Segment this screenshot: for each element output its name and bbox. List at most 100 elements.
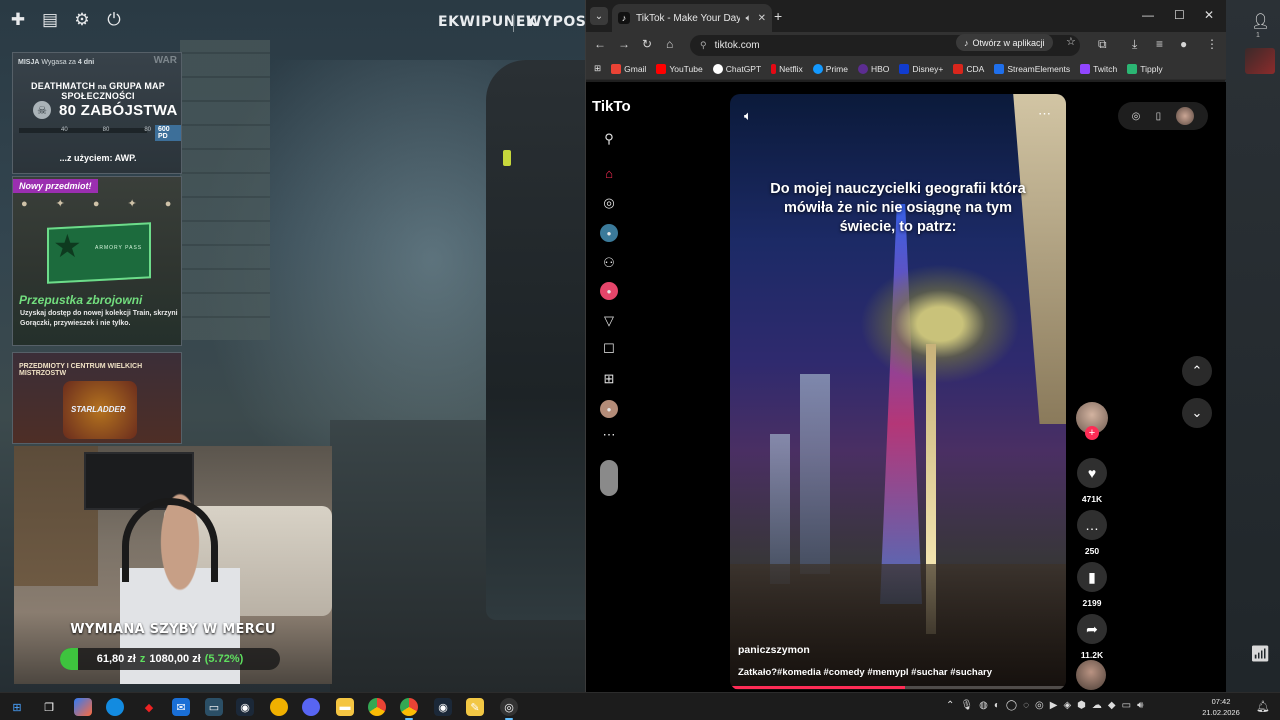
file-explorer-icon[interactable]: ▬ (336, 698, 354, 716)
chrome-active-icon[interactable] (400, 698, 418, 720)
tab-tiktok[interactable]: ♪ TikTok - Make Your Day 🔈︎ ✕ (612, 4, 772, 32)
home-icon[interactable]: ⌂ (600, 164, 618, 182)
compass-icon[interactable]: ◎ (1132, 111, 1141, 122)
site-info-icon[interactable]: ⚲ (700, 40, 707, 51)
menu-icon[interactable]: ⋮ (1206, 37, 1218, 51)
bookmark-tipply[interactable]: Tipply (1127, 63, 1163, 74)
bookmark-gmail[interactable]: Gmail (611, 63, 646, 74)
bookmark-prime[interactable]: Prime (812, 63, 848, 74)
power-icon[interactable]: ⏻ (104, 10, 124, 30)
bookmark-twitch[interactable]: Twitch (1080, 63, 1117, 74)
video-progress-bar[interactable] (730, 686, 1066, 689)
tray-app-icon[interactable]: ◆ (1108, 700, 1116, 711)
notification-bell-icon[interactable]: 🔔︎ (1256, 700, 1270, 713)
bookmark-netflix[interactable]: Netflix (771, 63, 803, 74)
more-options-icon[interactable]: ⋯ (1038, 106, 1052, 122)
minimize-button[interactable]: — (1142, 8, 1154, 22)
copilot-icon[interactable] (74, 698, 92, 716)
steam-icon[interactable]: ◉ (236, 698, 254, 716)
search-icon[interactable]: ⚲ (600, 130, 618, 148)
task-view-icon[interactable]: ❐ (40, 698, 58, 716)
window-close-button[interactable]: ✕ (1204, 8, 1214, 22)
volume-icon[interactable]: 🔊︎ (1137, 700, 1143, 711)
profile-avatar[interactable]: ● (1180, 37, 1187, 51)
forward-icon[interactable]: → (618, 37, 630, 51)
microphone-icon[interactable]: 🎙︎ (960, 700, 973, 711)
messages-icon[interactable]: ☐ (600, 340, 618, 358)
system-clock[interactable]: 07:42 21.02.2026 (1198, 696, 1244, 718)
media-icon[interactable]: ≡ (1156, 37, 1163, 51)
bookmark-streamelements[interactable]: StreamElements (994, 63, 1070, 74)
user-avatar[interactable] (1176, 107, 1195, 125)
more-icon[interactable]: ⋯ (600, 426, 618, 444)
tray-app-icon[interactable]: ☁ (1092, 700, 1102, 711)
bookmark-hbo[interactable]: HBO (858, 63, 889, 74)
chrome-icon[interactable] (368, 698, 386, 716)
following-icon[interactable]: ⚇ (600, 254, 618, 272)
friends-avatar-icon[interactable]: ● (600, 282, 618, 300)
bookmark-cda[interactable]: CDA (953, 63, 984, 74)
tray-app-icon[interactable]: ◯ (1006, 700, 1017, 711)
tiktok-logo[interactable]: TikTo (592, 98, 631, 115)
broadcast-icon[interactable]: 📶︎ (1250, 644, 1270, 664)
windows-start-icon[interactable]: ⊞ (8, 698, 26, 716)
home-icon[interactable]: ⌂ (666, 37, 673, 51)
new-tab-button[interactable]: + (774, 8, 782, 24)
share-button[interactable]: ➦ 11.2K (1076, 614, 1108, 660)
thumbnail-image[interactable] (1245, 48, 1275, 74)
app-red-icon[interactable]: ◆ (140, 698, 158, 716)
cs2-icon[interactable]: ◎ (500, 698, 518, 720)
speaker-icon[interactable]: 🔈︎ (746, 13, 752, 24)
tray-app-icon[interactable]: ◌ (1023, 700, 1029, 711)
chevron-up-icon[interactable]: ⌃ (946, 700, 954, 711)
profile-icon[interactable]: ● (600, 400, 618, 418)
mail-icon[interactable]: ✉ (172, 698, 190, 716)
close-icon[interactable]: ✕ (758, 13, 766, 24)
send-icon[interactable]: ▽ (600, 312, 618, 330)
tv-icon[interactable]: ▤ (40, 10, 60, 30)
explore-icon[interactable]: ◎ (600, 194, 618, 212)
nav-inventory[interactable]: EKWIPUNEK (438, 14, 537, 30)
tray-app-icon[interactable]: ◎ (1035, 700, 1044, 711)
comment-button[interactable]: … 250 (1076, 510, 1108, 556)
gamepad-icon[interactable]: ✚ (8, 10, 28, 30)
armory-pass-card[interactable]: ●✦●✦● Nowy przedmiot! ★ ARMORY PASS Prze… (12, 176, 182, 346)
video-player[interactable]: 🔈︎ ⋯ Do mojej nauczycielki geografii któ… (730, 94, 1066, 690)
network-icon[interactable]: ▭ (1122, 700, 1131, 711)
tab-search-icon[interactable]: ⌄ (590, 7, 608, 25)
bookmark-youtube[interactable]: YouTube (656, 63, 703, 74)
tray-app-icon[interactable]: ◐ (994, 700, 1000, 711)
music-disc-avatar[interactable] (1076, 660, 1106, 690)
upload-icon[interactable]: ⊞ (600, 370, 618, 388)
tray-app-icon[interactable]: ⬢ (1077, 700, 1086, 711)
major-event-card[interactable]: PRZEDMIOTY I CENTRUM WIELKICH MISTRZOSTW… (12, 352, 182, 444)
video-description[interactable]: Zatkało?#komedia #comedy #memypl #suchar… (738, 667, 992, 678)
whatsapp-icon[interactable]: ◍ (979, 700, 988, 711)
save-button[interactable]: ▮ 2199 (1076, 562, 1108, 608)
like-button[interactable]: ♥ 471K (1076, 458, 1108, 504)
gear-icon[interactable]: ⚙ (72, 10, 92, 30)
volume-icon[interactable]: 🔈︎ (744, 108, 752, 124)
live-avatar-icon[interactable]: ● (600, 224, 618, 242)
download-icon[interactable]: ⤓ (1132, 37, 1137, 52)
maximize-button[interactable]: ☐ (1174, 8, 1185, 22)
video-author[interactable]: paniczszymon (738, 644, 810, 656)
following-avatars-icon[interactable] (600, 460, 618, 496)
back-icon[interactable]: ← (594, 37, 606, 51)
mission-card[interactable]: MISJA Wygasa za 4 dni WAR DEATHMATCH na … (12, 52, 182, 174)
open-in-app-button[interactable]: ♪ Otwórz w aplikacji (956, 34, 1053, 51)
discord-icon[interactable] (302, 698, 320, 716)
reload-icon[interactable]: ↻ (642, 37, 652, 51)
app-folder-icon[interactable]: ▭ (205, 698, 223, 716)
bookmark-star-icon[interactable]: ☆ (1066, 35, 1076, 48)
tray-app-icon[interactable]: ◈ (1063, 700, 1071, 711)
follow-plus-icon[interactable]: + (1085, 426, 1099, 440)
edge-icon[interactable] (106, 698, 124, 716)
notes-icon[interactable]: ✎ (466, 698, 484, 716)
bookmark-chatgpt[interactable]: ChatGPT (712, 63, 761, 74)
chevron-down-icon[interactable]: ⌄ (1182, 398, 1212, 428)
app-yellow-icon[interactable] (270, 698, 288, 716)
user-icon[interactable]: 👤︎ (1251, 12, 1270, 30)
extensions-icon[interactable]: ⧉ (1098, 37, 1107, 52)
steam-app-icon[interactable]: ◉ (434, 698, 452, 716)
